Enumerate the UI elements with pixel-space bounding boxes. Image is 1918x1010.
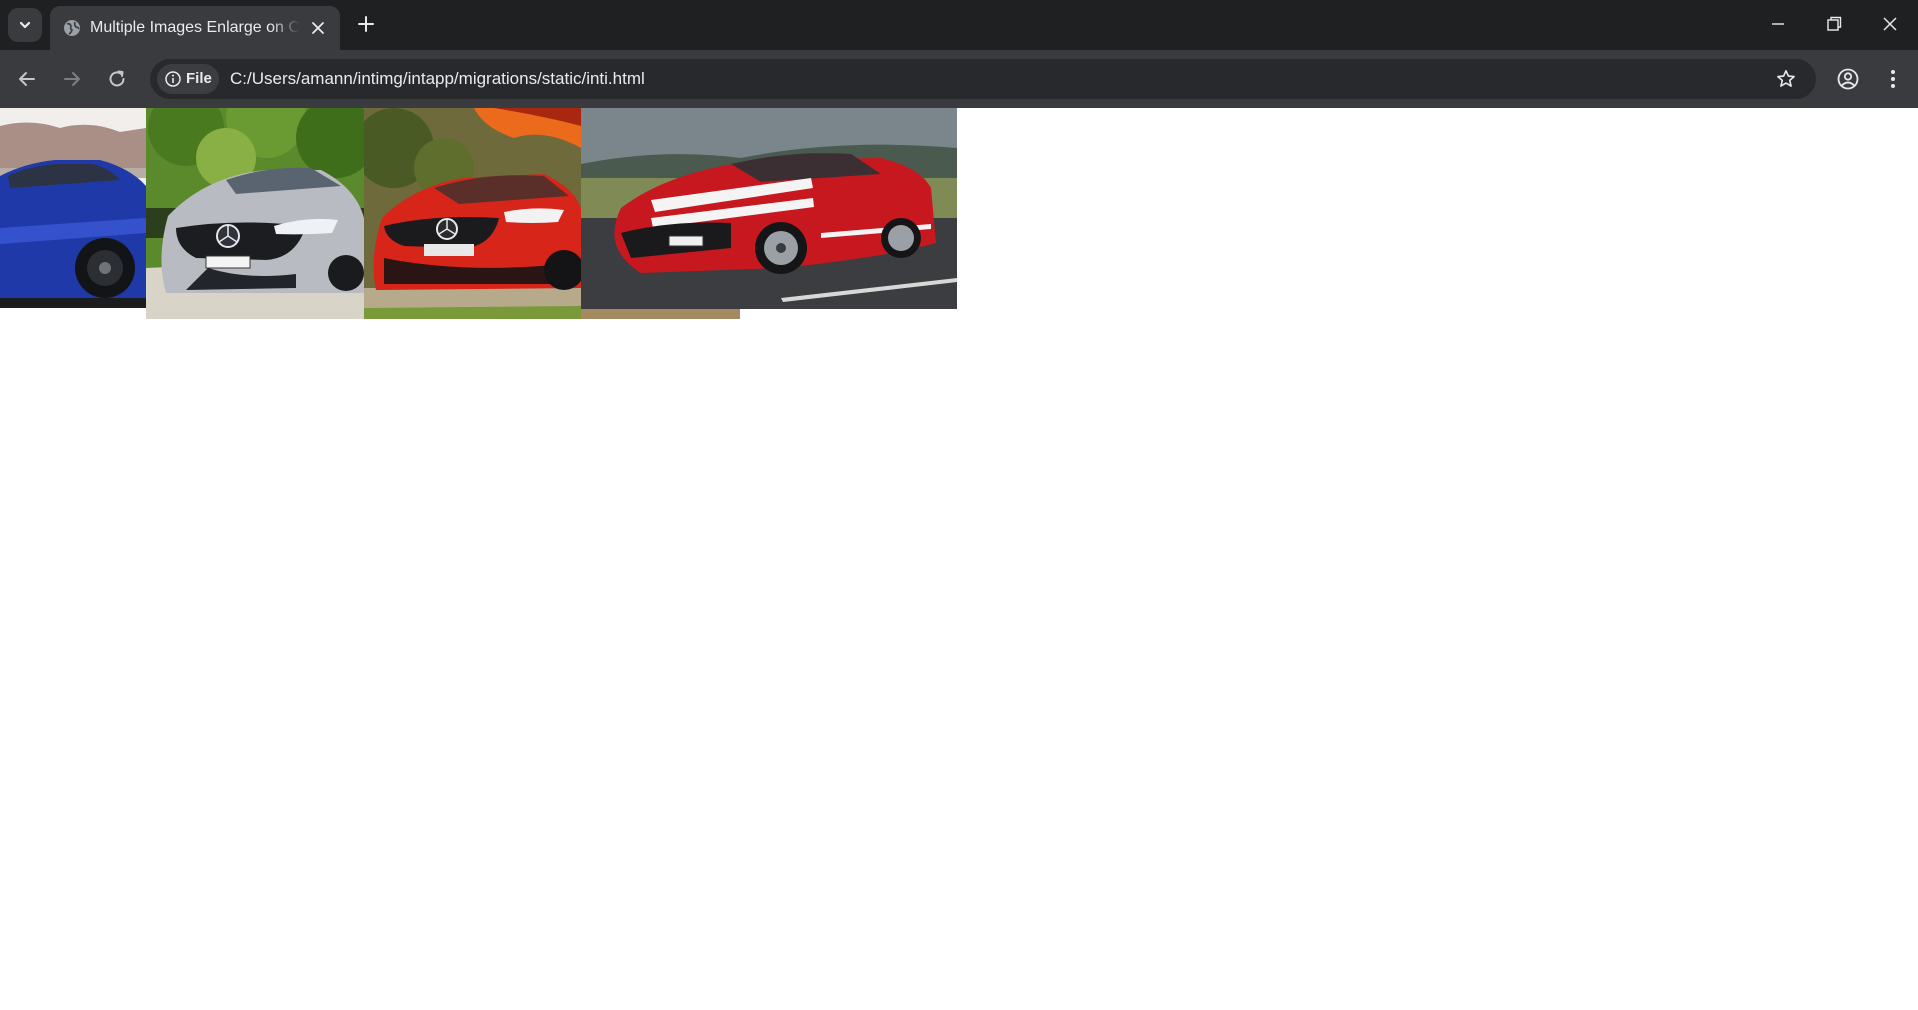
gallery-strip bbox=[581, 309, 740, 319]
restore-icon[interactable] bbox=[1822, 12, 1846, 36]
tab-title: Multiple Images Enlarge on Click bbox=[90, 19, 300, 36]
tab-search-button[interactable] bbox=[8, 8, 42, 42]
account-icon[interactable] bbox=[1834, 65, 1862, 93]
car-image-red-mustang[interactable] bbox=[581, 108, 957, 309]
page-content bbox=[0, 108, 1918, 1010]
arrow-left-icon[interactable] bbox=[14, 66, 40, 92]
car-image-silver-mercedes-amg[interactable] bbox=[146, 108, 364, 319]
minimize-icon[interactable] bbox=[1766, 12, 1790, 36]
window-close-icon[interactable] bbox=[1878, 12, 1902, 36]
browser-toolbar: File C:/Users/amann/intimg/intapp/migrat… bbox=[0, 50, 1918, 108]
car-image-blue-sedan[interactable] bbox=[0, 108, 146, 308]
car-image-red-mercedes[interactable] bbox=[364, 108, 581, 319]
close-icon[interactable] bbox=[308, 18, 328, 38]
more-vert-icon[interactable] bbox=[1880, 65, 1906, 93]
site-info-label: File bbox=[186, 70, 212, 87]
info-icon bbox=[165, 71, 181, 87]
star-icon[interactable] bbox=[1775, 68, 1797, 90]
url-text[interactable]: C:/Users/amann/intimg/intapp/migrations/… bbox=[230, 69, 645, 89]
reload-icon[interactable] bbox=[104, 66, 130, 92]
tab-active[interactable]: Multiple Images Enlarge on Click bbox=[50, 6, 340, 50]
address-bar[interactable]: File C:/Users/amann/intimg/intapp/migrat… bbox=[150, 59, 1816, 99]
chevron-down-icon bbox=[19, 21, 31, 29]
plus-icon[interactable] bbox=[354, 12, 378, 36]
arrow-right-icon[interactable] bbox=[59, 66, 85, 92]
site-info-chip[interactable]: File bbox=[157, 64, 219, 94]
browser-titlebar: Multiple Images Enlarge on Click bbox=[0, 0, 1918, 50]
globe-icon bbox=[64, 20, 80, 36]
